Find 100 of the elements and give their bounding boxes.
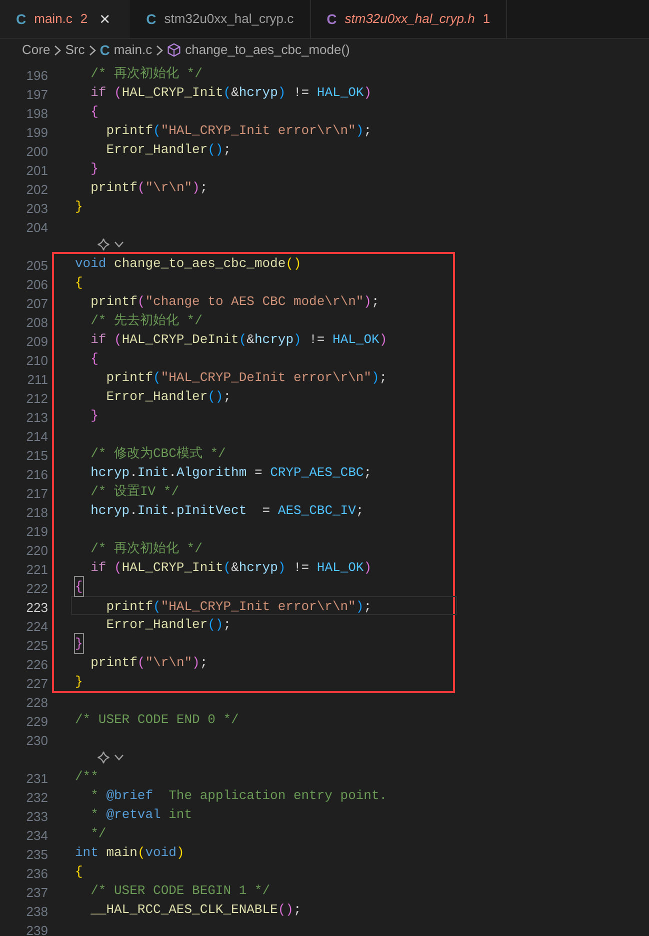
code-text: & <box>246 331 254 349</box>
variable-name: hcryp <box>90 464 130 482</box>
macro-name: AES_CBC_IV <box>278 502 356 520</box>
code-keyword: void <box>145 844 176 862</box>
line-number: 200 <box>26 144 48 159</box>
function-name: printf <box>105 122 154 140</box>
line-number: 226 <box>26 657 48 672</box>
function-name: HAL_CRYP_DeInit <box>122 331 239 349</box>
function-name: Error_Handler <box>105 616 208 634</box>
breadcrumb-item[interactable]: Core <box>22 40 50 60</box>
line-number: 202 <box>26 182 48 197</box>
code-text: . <box>168 502 176 520</box>
code-keyword: if <box>90 559 108 577</box>
bracket: ) <box>294 331 302 349</box>
doc-tag: @brief <box>106 786 154 805</box>
line-number: 221 <box>26 562 48 577</box>
editor-tab[interactable]: C stm32u0xx_hal_cryp.h 1 <box>310 0 508 38</box>
sparkle-icon[interactable] <box>97 751 110 764</box>
bracket: ( <box>238 331 247 349</box>
function-name: printf <box>105 598 154 614</box>
variable-name: Init <box>137 464 169 482</box>
function-name: HAL_CRYP_Init <box>122 84 224 102</box>
bracket: } <box>90 407 98 425</box>
sparkle-icon[interactable] <box>97 238 110 251</box>
code-keyword: int <box>75 844 100 862</box>
c-file-icon: C <box>146 8 156 30</box>
function-name: printf <box>90 293 138 311</box>
bracket: ( <box>153 369 161 387</box>
chevron-right-icon <box>88 44 96 56</box>
chevron-down-icon[interactable] <box>114 754 124 761</box>
line-number: 227 <box>26 676 48 691</box>
macro-name: CRYP_AES_CBC <box>270 464 364 482</box>
bracket: { <box>90 103 98 121</box>
line-number: 232 <box>26 790 48 805</box>
line-number: 204 <box>26 220 48 235</box>
function-name: Error_Handler <box>105 141 208 159</box>
code-text: & <box>231 84 239 102</box>
matched-bracket: { <box>75 577 83 596</box>
string-literal: "HAL_CRYP_Init error\r\n" <box>160 122 356 140</box>
code-text: = <box>261 502 272 520</box>
code-text: = <box>253 464 264 482</box>
bracket: () <box>208 616 224 634</box>
code-text: != <box>292 84 310 102</box>
bracket: ( <box>223 559 232 577</box>
line-number: 197 <box>26 87 48 102</box>
c-file-icon: C <box>100 40 110 60</box>
close-button[interactable]: × <box>96 10 114 28</box>
editor-tab[interactable]: C main.c 2 × <box>0 0 130 38</box>
line-number: 207 <box>26 296 48 311</box>
code-text: & <box>231 559 239 577</box>
code-comment: */ <box>90 825 106 843</box>
string-literal: "change to AES CBC mode\r\n" <box>145 293 364 311</box>
bracket: ( <box>137 179 146 197</box>
breadcrumb-item[interactable]: change_to_aes_cbc_mode() <box>185 40 350 60</box>
code-keyword: if <box>90 331 108 349</box>
bracket: ) <box>176 844 184 862</box>
function-name: Error_Handler <box>105 388 208 406</box>
bracket: () <box>208 141 224 159</box>
code-comment: /* USER CODE BEGIN 1 */ <box>90 882 270 900</box>
c-file-icon: C <box>326 8 337 30</box>
doc-tag: @retval <box>106 805 161 824</box>
breadcrumb-item[interactable]: Src <box>65 40 85 60</box>
string-literal: "HAL_CRYP_DeInit error\r\n" <box>160 369 372 387</box>
line-number: 238 <box>26 904 48 919</box>
problem-count: 2 <box>80 10 88 28</box>
string-literal: "\r\n" <box>145 179 192 197</box>
bracket: ( <box>153 598 161 614</box>
variable-name: hcryp <box>90 502 130 520</box>
variable-name: Algorithm <box>176 464 247 482</box>
macro-name: HAL_OK <box>332 331 380 349</box>
code-comment: /* USER CODE END 0 */ <box>75 711 239 729</box>
code-comment: * <box>90 806 100 824</box>
code-comment: /* 再次初始化 */ <box>90 540 202 558</box>
code-text: ; <box>223 388 232 406</box>
code-comment: /* 再次初始化 */ <box>90 65 202 83</box>
function-name: printf <box>105 369 154 387</box>
function-name: main <box>106 844 138 862</box>
code-text: ; <box>364 598 372 614</box>
code-text: ; <box>223 616 232 634</box>
bracket: } <box>75 198 83 216</box>
code-text: ; <box>200 179 208 197</box>
code-comment: int <box>168 806 192 824</box>
code-text: != <box>292 559 310 577</box>
function-name: printf <box>90 179 138 197</box>
line-number: 231 <box>26 771 48 786</box>
line-number: 237 <box>26 885 48 900</box>
bracket: ( <box>223 84 232 102</box>
line-number: 214 <box>26 429 48 444</box>
line-number: 236 <box>26 866 48 881</box>
bracket: ) <box>192 179 200 197</box>
code-text: != <box>308 331 326 349</box>
line-number: 211 <box>27 372 48 387</box>
chevron-down-icon[interactable] <box>114 241 124 248</box>
code-text: . <box>168 464 176 482</box>
bracket: ) <box>364 559 372 577</box>
variable-name: hcryp <box>254 331 294 349</box>
line-number: 230 <box>26 733 48 748</box>
breadcrumb-item[interactable]: main.c <box>114 40 152 60</box>
code-text: ; <box>293 901 302 919</box>
code-keyword: void <box>75 255 108 273</box>
